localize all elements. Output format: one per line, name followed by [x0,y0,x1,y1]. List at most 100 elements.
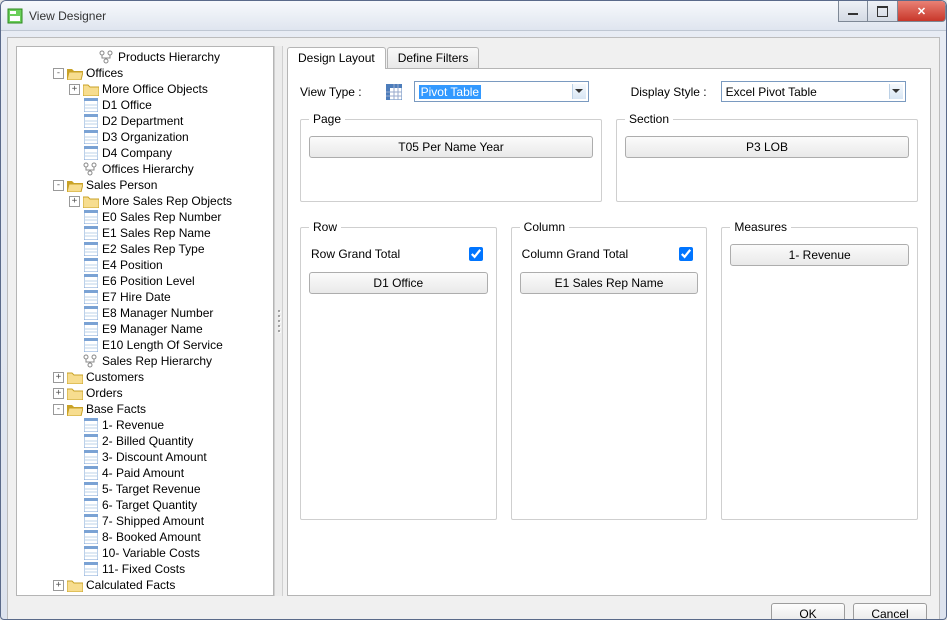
tree-toggle-blank [69,548,80,559]
tree-toggle[interactable]: + [69,196,80,207]
tree-node[interactable]: E7 Hire Date [17,289,273,305]
tree-node[interactable]: 8- Booked Amount [17,529,273,545]
tree-node-label: Sales Person [86,178,157,192]
tree-node[interactable]: 2- Billed Quantity [17,433,273,449]
column-icon [83,529,99,545]
column-zone[interactable]: Column Column Grand Total E1 Sales Rep N… [511,220,708,520]
tree-node-label: More Office Objects [102,82,208,96]
tree-node[interactable]: E9 Manager Name [17,321,273,337]
tree-node[interactable]: D2 Department [17,113,273,129]
tree-node[interactable]: 7- Shipped Amount [17,513,273,529]
tree-toggle[interactable]: + [53,580,64,591]
tree-node[interactable]: -Base Facts [17,401,273,417]
tree-node[interactable]: +More Sales Rep Objects [17,193,273,209]
view-type-combo[interactable]: Pivot Table [414,81,589,102]
column-icon [83,113,99,129]
tree-toggle[interactable]: - [53,180,64,191]
tree-node[interactable]: Sales Rep Hierarchy [17,353,273,369]
subject-area-tree[interactable]: Products Hierarchy-Offices + More Office O… [16,46,274,596]
tree-node[interactable]: Products Hierarchy [17,49,273,65]
tree-node[interactable]: D1 Office [17,97,273,113]
tree-node-label: Products Hierarchy [118,50,220,64]
tree-node[interactable]: + Customers [17,369,273,385]
section-zone-title: Section [625,112,673,126]
measures-zone-item[interactable]: 1- Revenue [730,244,909,266]
tree-node[interactable]: 4- Paid Amount [17,465,273,481]
titlebar[interactable]: View Designer [1,1,946,31]
tree-toggle-blank [69,164,80,175]
tree-toggle-blank [69,100,80,111]
column-icon [83,305,99,321]
tree-toggle-blank [69,356,80,367]
tree-node[interactable]: E0 Sales Rep Number [17,209,273,225]
tab-design-layout[interactable]: Design Layout [287,47,386,69]
tree-node[interactable]: 5- Target Revenue [17,481,273,497]
column-icon [83,129,99,145]
column-icon [83,417,99,433]
column-icon [83,449,99,465]
tree-node-label: Sales Rep Hierarchy [102,354,212,368]
tree-toggle-blank [69,484,80,495]
tree-node[interactable]: +Calculated Facts [17,577,273,593]
tree-node[interactable]: 10- Variable Costs [17,545,273,561]
tree-node[interactable]: + More Office Objects [17,81,273,97]
section-zone[interactable]: Section P3 LOB [616,112,918,202]
column-icon [83,145,99,161]
tree-node[interactable]: 11- Fixed Costs [17,561,273,577]
folder-icon [83,193,99,209]
tree-toggle[interactable]: - [53,404,64,415]
tree-node[interactable]: E6 Position Level [17,273,273,289]
tree-node[interactable]: E8 Manager Number [17,305,273,321]
measures-zone[interactable]: Measures 1- Revenue [721,220,918,520]
folder-icon [67,65,83,81]
page-zone-item[interactable]: T05 Per Name Year [309,136,593,158]
tree-node[interactable]: - Sales Person [17,177,273,193]
tree-toggle[interactable]: - [53,68,64,79]
tree-node[interactable]: E1 Sales Rep Name [17,225,273,241]
tree-node[interactable]: -Offices [17,65,273,81]
minimize-button[interactable] [838,1,868,22]
tree-node-label: 8- Booked Amount [102,530,201,544]
row-zone[interactable]: Row Row Grand Total D1 Office [300,220,497,520]
tree-node[interactable]: D3 Organization [17,129,273,145]
window-title: View Designer [29,9,106,23]
tab-content: View Type : Pivot Table Display Style : … [287,69,931,596]
tree-node-label: Customers [86,370,144,384]
tree-node-label: 4- Paid Amount [102,466,184,480]
tree-toggle-blank [69,276,80,287]
tree-node[interactable]: D4 Company [17,145,273,161]
column-grand-total-checkbox[interactable] [679,247,693,261]
display-style-combo[interactable]: Excel Pivot Table [721,81,906,102]
tree-node[interactable]: E2 Sales Rep Type [17,241,273,257]
cancel-button[interactable]: Cancel [853,603,927,620]
close-button[interactable] [898,1,946,22]
tree-toggle[interactable]: + [53,388,64,399]
splitter[interactable] [274,46,283,596]
tree-node-label: Offices Hierarchy [102,162,194,176]
tree-node[interactable]: 3- Discount Amount [17,449,273,465]
column-icon [83,97,99,113]
viewtype-label: View Type : [300,85,362,99]
tree-node[interactable]: 1- Revenue [17,417,273,433]
tree-toggle-blank [69,324,80,335]
column-icon [83,561,99,577]
tab-define-filters[interactable]: Define Filters [387,47,480,68]
row-grand-total-checkbox[interactable] [469,247,483,261]
tree-node[interactable]: Offices Hierarchy [17,161,273,177]
tree-node-label: E1 Sales Rep Name [102,226,211,240]
tree-node-label: E0 Sales Rep Number [102,210,221,224]
tree-node[interactable]: E4 Position [17,257,273,273]
tree-toggle[interactable]: + [53,372,64,383]
folder-icon [67,577,83,593]
ok-button[interactable]: OK [771,603,845,620]
tree-node[interactable]: 6- Target Quantity [17,497,273,513]
section-zone-item[interactable]: P3 LOB [625,136,909,158]
column-zone-item[interactable]: E1 Sales Rep Name [520,272,699,294]
page-zone[interactable]: Page T05 Per Name Year [300,112,602,202]
row-zone-item[interactable]: D1 Office [309,272,488,294]
tree-node[interactable]: E10 Length Of Service [17,337,273,353]
tree-toggle[interactable]: + [69,84,80,95]
tree-node[interactable]: +Orders [17,385,273,401]
maximize-button[interactable] [868,1,898,22]
folder-icon [67,401,83,417]
